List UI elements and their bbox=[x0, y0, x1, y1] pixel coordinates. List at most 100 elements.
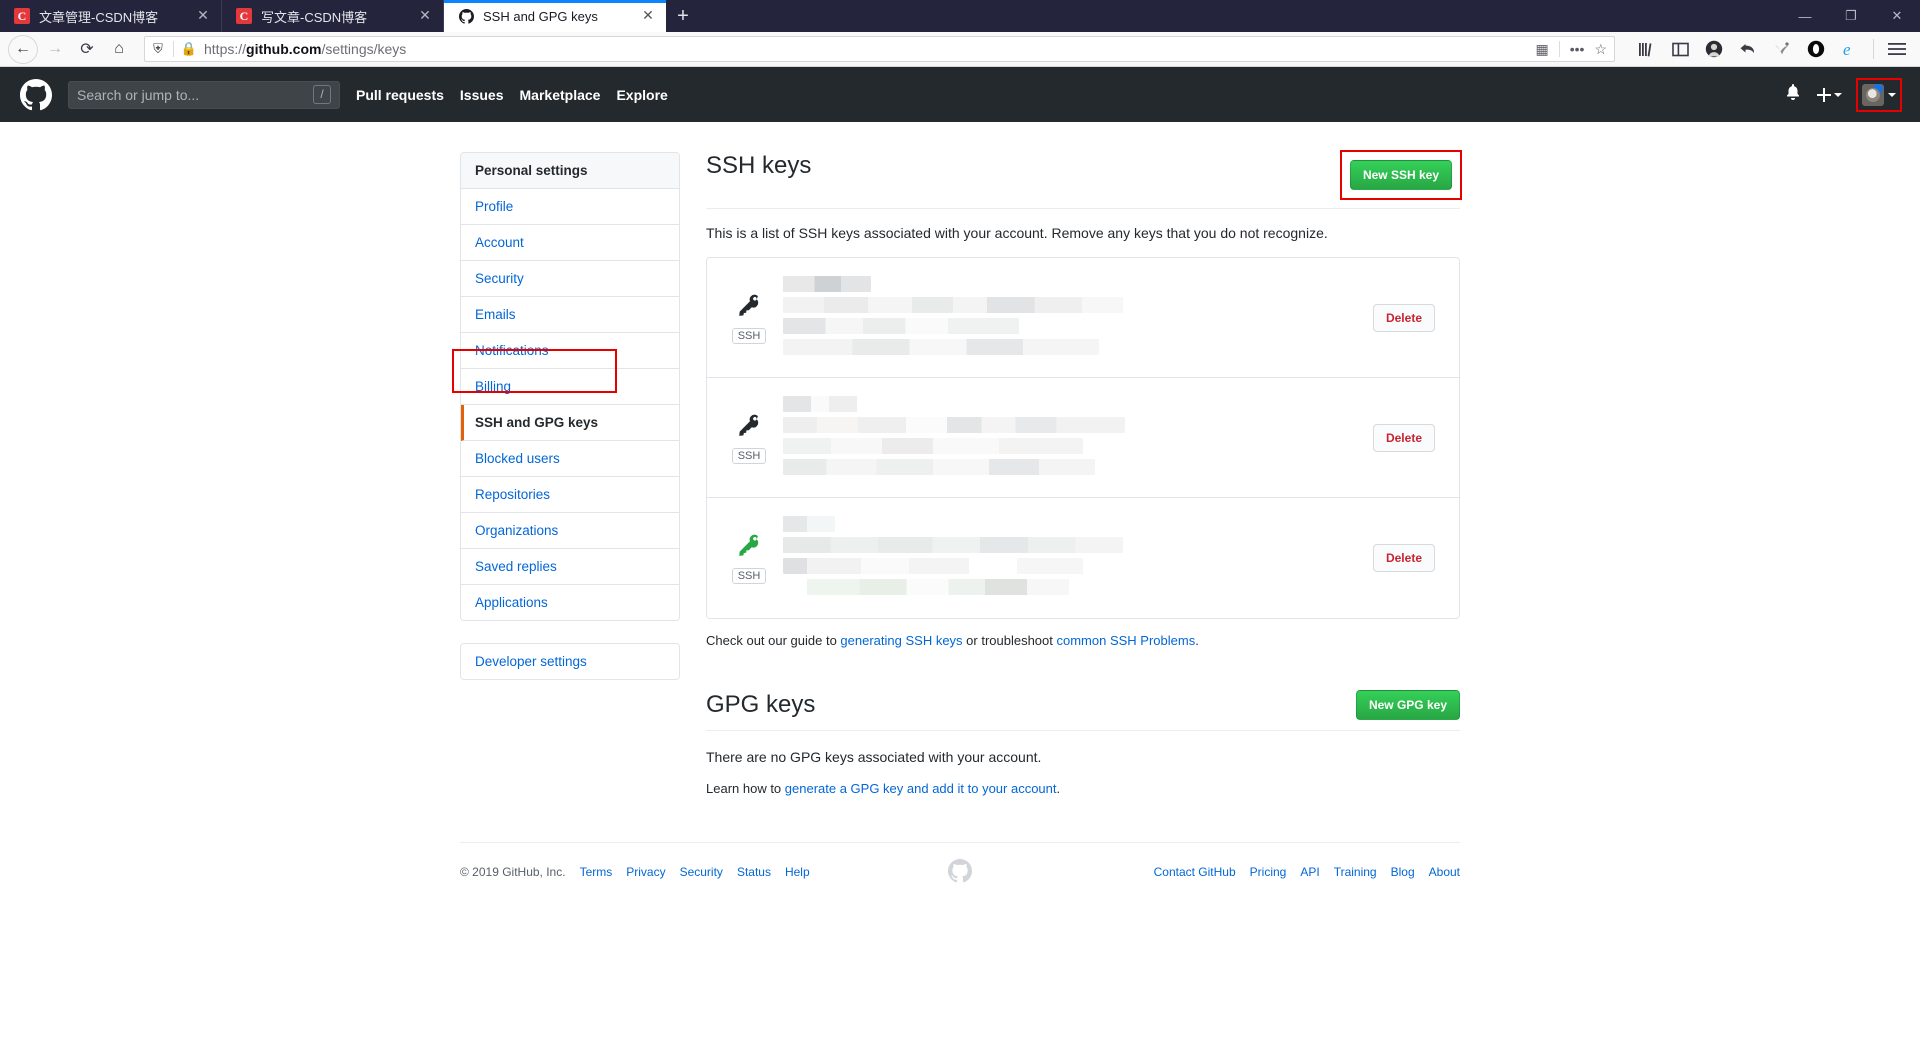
tab-strip: C 文章管理-CSDN博客 ✕ C 写文章-CSDN博客 ✕ SSH and G… bbox=[0, 0, 1920, 32]
new-tab-button[interactable]: + bbox=[666, 0, 700, 32]
nav-pull-requests[interactable]: Pull requests bbox=[356, 87, 444, 103]
sidebar-icon[interactable] bbox=[1665, 35, 1695, 64]
generate-gpg-key-link[interactable]: generate a GPG key and add it to your ac… bbox=[785, 781, 1057, 796]
back-icon[interactable]: ← bbox=[8, 35, 38, 64]
favicon-letter: C bbox=[14, 8, 30, 24]
ssh-tag: SSH bbox=[731, 447, 767, 464]
footer-link-training[interactable]: Training bbox=[1334, 865, 1377, 879]
page-footer: © 2019 GitHub, Inc. Terms Privacy Securi… bbox=[460, 842, 1460, 882]
gpg-learn-text: Learn how to generate a GPG key and add … bbox=[706, 781, 1460, 796]
divider bbox=[1873, 39, 1874, 59]
browser-tab-2-active[interactable]: SSH and GPG keys ✕ bbox=[444, 0, 666, 32]
sidebar-item-profile[interactable]: Profile bbox=[461, 189, 679, 225]
internet-explorer-icon[interactable]: e bbox=[1835, 35, 1865, 64]
key-icon bbox=[736, 412, 762, 442]
ellipsis-icon[interactable]: ••• bbox=[1570, 41, 1585, 57]
tab-title: 文章管理-CSDN博客 bbox=[39, 9, 159, 25]
key-icon-column: SSH bbox=[723, 532, 775, 584]
footer-link-about[interactable]: About bbox=[1429, 865, 1460, 879]
restore-icon[interactable]: ❐ bbox=[1828, 0, 1874, 32]
footer-link-security[interactable]: Security bbox=[680, 865, 723, 879]
minimize-icon[interactable]: — bbox=[1782, 0, 1828, 32]
footer-link-help[interactable]: Help bbox=[785, 865, 810, 879]
ssh-keys-description: This is a list of SSH keys associated wi… bbox=[706, 225, 1328, 241]
qr-code-icon[interactable]: ▦ bbox=[1535, 41, 1548, 58]
footer-link-contact-github[interactable]: Contact GitHub bbox=[1154, 865, 1236, 879]
address-bar-actions: ▦ ••• ☆ bbox=[1535, 41, 1610, 58]
delete-button[interactable]: Delete bbox=[1372, 544, 1435, 572]
close-icon[interactable]: ✕ bbox=[195, 8, 211, 24]
nav-issues[interactable]: Issues bbox=[460, 87, 504, 103]
sidebar-item-developer-settings[interactable]: Developer settings bbox=[461, 644, 679, 679]
forward-icon[interactable]: → bbox=[40, 35, 70, 64]
gpg-title: GPG keys bbox=[706, 690, 816, 718]
nav-explore[interactable]: Explore bbox=[616, 87, 667, 103]
close-icon[interactable]: ✕ bbox=[417, 8, 433, 24]
sidebar-item-notifications[interactable]: Notifications bbox=[461, 333, 679, 369]
gpg-empty-text: There are no GPG keys associated with yo… bbox=[706, 749, 1042, 765]
bell-icon[interactable] bbox=[1785, 83, 1801, 106]
redacted-meta bbox=[783, 317, 1019, 334]
search-input[interactable]: Search or jump to... / bbox=[68, 80, 340, 109]
shield-icon[interactable]: ⛨ bbox=[149, 41, 167, 57]
footer-link-api[interactable]: API bbox=[1300, 865, 1319, 879]
address-bar[interactable]: ⛨ 🔒 https://github.com/settings/keys ▦ •… bbox=[144, 36, 1615, 62]
new-ssh-key-annotation: New SSH key bbox=[1339, 150, 1463, 200]
footer-left: © 2019 GitHub, Inc. Terms Privacy Securi… bbox=[460, 865, 810, 879]
common-ssh-problems-link[interactable]: common SSH Problems bbox=[1057, 633, 1196, 648]
star-icon[interactable]: ☆ bbox=[1594, 41, 1607, 58]
new-ssh-key-button[interactable]: New SSH key bbox=[1349, 160, 1452, 190]
avatar[interactable] bbox=[1856, 77, 1902, 112]
nav-marketplace[interactable]: Marketplace bbox=[520, 87, 601, 103]
account-avatar-icon[interactable] bbox=[1699, 35, 1729, 64]
close-window-icon[interactable]: ✕ bbox=[1874, 0, 1920, 32]
redacted-title bbox=[783, 275, 871, 292]
favicon-letter: C bbox=[236, 8, 252, 24]
new-menu-button[interactable] bbox=[1817, 87, 1842, 102]
reload-icon[interactable]: ⟳ bbox=[72, 35, 102, 64]
opera-icon[interactable] bbox=[1801, 35, 1831, 64]
github-logo-icon[interactable] bbox=[20, 78, 52, 111]
page-title: SSH keys bbox=[706, 152, 812, 179]
sidebar-item-applications[interactable]: Applications bbox=[461, 585, 679, 620]
delete-button[interactable]: Delete bbox=[1372, 423, 1435, 452]
notification-dot bbox=[1873, 83, 1883, 94]
tab-title: 写文章-CSDN博客 bbox=[261, 9, 368, 25]
hamburger-menu-icon[interactable] bbox=[1882, 35, 1912, 64]
generating-ssh-keys-link[interactable]: generating SSH keys bbox=[840, 633, 962, 648]
close-icon[interactable]: ✕ bbox=[640, 8, 656, 24]
sidebar-item-saved-replies[interactable]: Saved replies bbox=[461, 549, 679, 585]
new-gpg-key-button[interactable]: New GPG key bbox=[1355, 690, 1460, 720]
sidebar-item-account[interactable]: Account bbox=[461, 225, 679, 261]
url-protocol: https:// bbox=[204, 41, 247, 57]
ssh-key-redacted-details bbox=[775, 395, 1373, 480]
sidebar-item-ssh-and-gpg-keys[interactable]: SSH and GPG keys bbox=[461, 405, 679, 441]
sidebar-item-blocked-users[interactable]: Blocked users bbox=[461, 441, 679, 477]
user-avatar-image bbox=[1862, 83, 1884, 106]
browser-tab-0[interactable]: C 文章管理-CSDN博客 ✕ bbox=[0, 0, 222, 32]
sidebar-item-billing[interactable]: Billing bbox=[461, 369, 679, 405]
redacted-meta bbox=[783, 558, 1083, 574]
pocket-icon[interactable] bbox=[1767, 35, 1797, 64]
sidebar-item-organizations[interactable]: Organizations bbox=[461, 513, 679, 549]
footer-link-status[interactable]: Status bbox=[737, 865, 771, 879]
redacted-meta bbox=[783, 437, 1083, 454]
learn-prefix: Learn how to bbox=[706, 781, 785, 796]
menu-heading: Personal settings bbox=[461, 153, 679, 189]
footer-link-blog[interactable]: Blog bbox=[1391, 865, 1415, 879]
undo-arrow-icon[interactable] bbox=[1733, 35, 1763, 64]
library-icon[interactable] bbox=[1631, 35, 1661, 64]
sidebar-item-repositories[interactable]: Repositories bbox=[461, 477, 679, 513]
delete-button[interactable]: Delete bbox=[1372, 303, 1435, 332]
footer-link-privacy[interactable]: Privacy bbox=[626, 865, 665, 879]
home-icon[interactable]: ⌂ bbox=[104, 35, 134, 64]
footer-link-pricing[interactable]: Pricing bbox=[1250, 865, 1287, 879]
browser-tab-1[interactable]: C 写文章-CSDN博客 ✕ bbox=[222, 0, 444, 32]
sidebar-item-emails[interactable]: Emails bbox=[461, 297, 679, 333]
window-controls: — ❐ ✕ bbox=[1782, 0, 1920, 32]
lock-icon[interactable]: 🔒 bbox=[180, 41, 198, 57]
sidebar-item-security[interactable]: Security bbox=[461, 261, 679, 297]
footer-link-terms[interactable]: Terms bbox=[580, 865, 613, 879]
extension-toolbar: e bbox=[1625, 35, 1912, 64]
hint-prefix: Check out our guide to bbox=[706, 633, 841, 648]
